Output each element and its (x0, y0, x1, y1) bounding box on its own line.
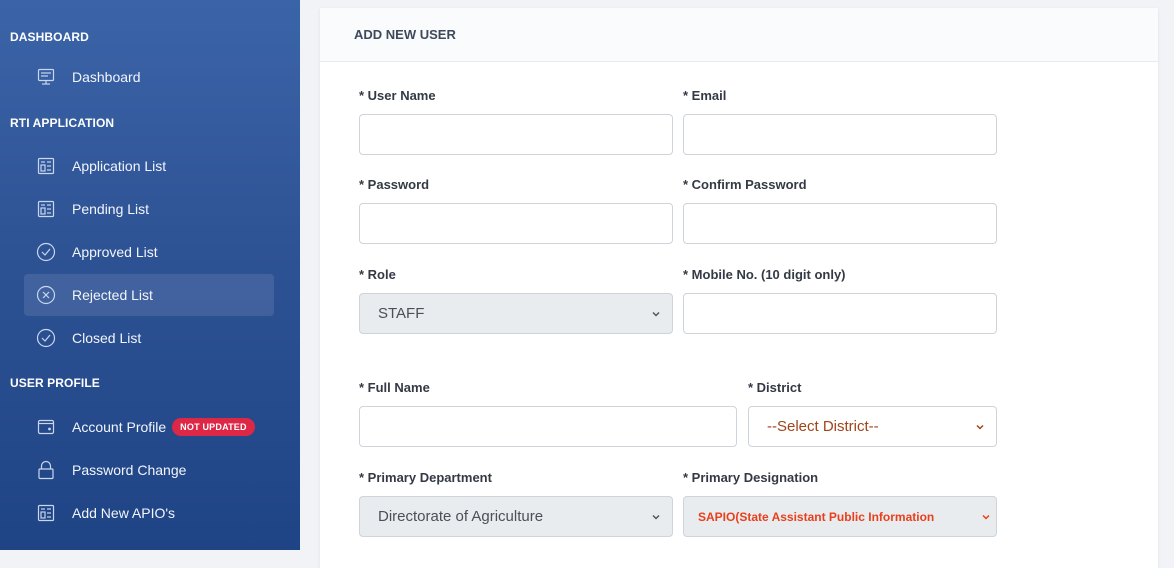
district-select[interactable]: --Select District-- (748, 406, 997, 447)
primary-designation-label: * Primary Designation (683, 470, 819, 485)
card-header: ADD NEW USER (320, 8, 1158, 62)
sidebar-item-label: Rejected List (72, 287, 153, 303)
chevron-down-icon (650, 510, 662, 527)
district-select-value: --Select District-- (767, 418, 879, 435)
sidebar: DASHBOARD Dashboard RTI APPLICATION Appl… (0, 0, 300, 550)
sidebar-item-pending-list[interactable]: Pending List (24, 188, 274, 230)
primary-designation-select[interactable]: SAPIO(State Assistant Public Information (683, 496, 997, 537)
sidebar-item-label: Application List (72, 158, 167, 174)
confirm-password-input[interactable] (683, 203, 997, 244)
user-name-input[interactable] (359, 114, 673, 155)
password-input[interactable] (359, 203, 673, 244)
primary-department-label: * Primary Department (359, 470, 492, 485)
sidebar-item-application-list[interactable]: Application List (24, 145, 274, 187)
sidebar-item-dashboard[interactable]: Dashboard (24, 56, 274, 98)
section-heading-dashboard: DASHBOARD (10, 30, 89, 44)
mobile-label: * Mobile No. (10 digit only) (683, 267, 846, 282)
check-circle-icon (36, 242, 56, 262)
primary-department-select[interactable]: Directorate of Agriculture (359, 496, 673, 537)
sidebar-item-label: Password Change (72, 462, 187, 478)
chevron-down-icon (980, 510, 992, 527)
sidebar-item-password-change[interactable]: Password Change (24, 449, 274, 491)
sidebar-item-rejected-list[interactable]: Rejected List (24, 274, 274, 316)
sidebar-item-label: Approved List (72, 244, 158, 260)
sidebar-item-closed-list[interactable]: Closed List (24, 317, 274, 359)
section-heading-user-profile: USER PROFILE (10, 376, 100, 390)
dashboard-icon (36, 67, 56, 87)
sidebar-item-label: Account Profile (72, 419, 167, 435)
sidebar-item-approved-list[interactable]: Approved List (24, 231, 274, 273)
role-select[interactable]: STAFF (359, 293, 673, 334)
email-input[interactable] (683, 114, 997, 155)
chevron-down-icon (974, 420, 986, 437)
chevron-down-icon (650, 307, 662, 324)
document-list-icon (36, 199, 56, 219)
primary-department-value: Directorate of Agriculture (378, 508, 544, 525)
sidebar-item-label: Closed List (72, 330, 142, 346)
email-label: * Email (683, 88, 727, 103)
primary-designation-value: SAPIO(State Assistant Public Information (698, 509, 935, 524)
mobile-input[interactable] (683, 293, 997, 334)
status-badge: NOT UPDATED (172, 418, 255, 436)
sidebar-item-label: Pending List (72, 201, 150, 217)
confirm-password-label: * Confirm Password (683, 177, 807, 192)
full-name-input[interactable] (359, 406, 737, 447)
document-list-icon (36, 503, 56, 523)
wallet-icon (36, 417, 56, 437)
sidebar-item-account-profile[interactable]: Account Profile NOT UPDATED (24, 406, 274, 448)
sidebar-item-label: Dashboard (72, 69, 141, 85)
role-select-value: STAFF (378, 305, 425, 322)
document-list-icon (36, 156, 56, 176)
x-circle-icon (36, 285, 56, 305)
check-circle-icon (36, 328, 56, 348)
user-name-label: * User Name (359, 88, 436, 103)
page-title: ADD NEW USER (354, 27, 456, 42)
role-label: * Role (359, 267, 396, 282)
section-heading-rti-application: RTI APPLICATION (10, 116, 115, 130)
add-user-card: ADD NEW USER * User Name * Email * Passw… (320, 8, 1158, 568)
full-name-label: * Full Name (359, 380, 430, 395)
sidebar-item-add-new-apios[interactable]: Add New APIO's (24, 492, 274, 534)
lock-icon (36, 460, 56, 480)
password-label: * Password (359, 177, 430, 192)
district-label: * District (748, 380, 802, 395)
sidebar-item-label: Add New APIO's (72, 505, 176, 521)
